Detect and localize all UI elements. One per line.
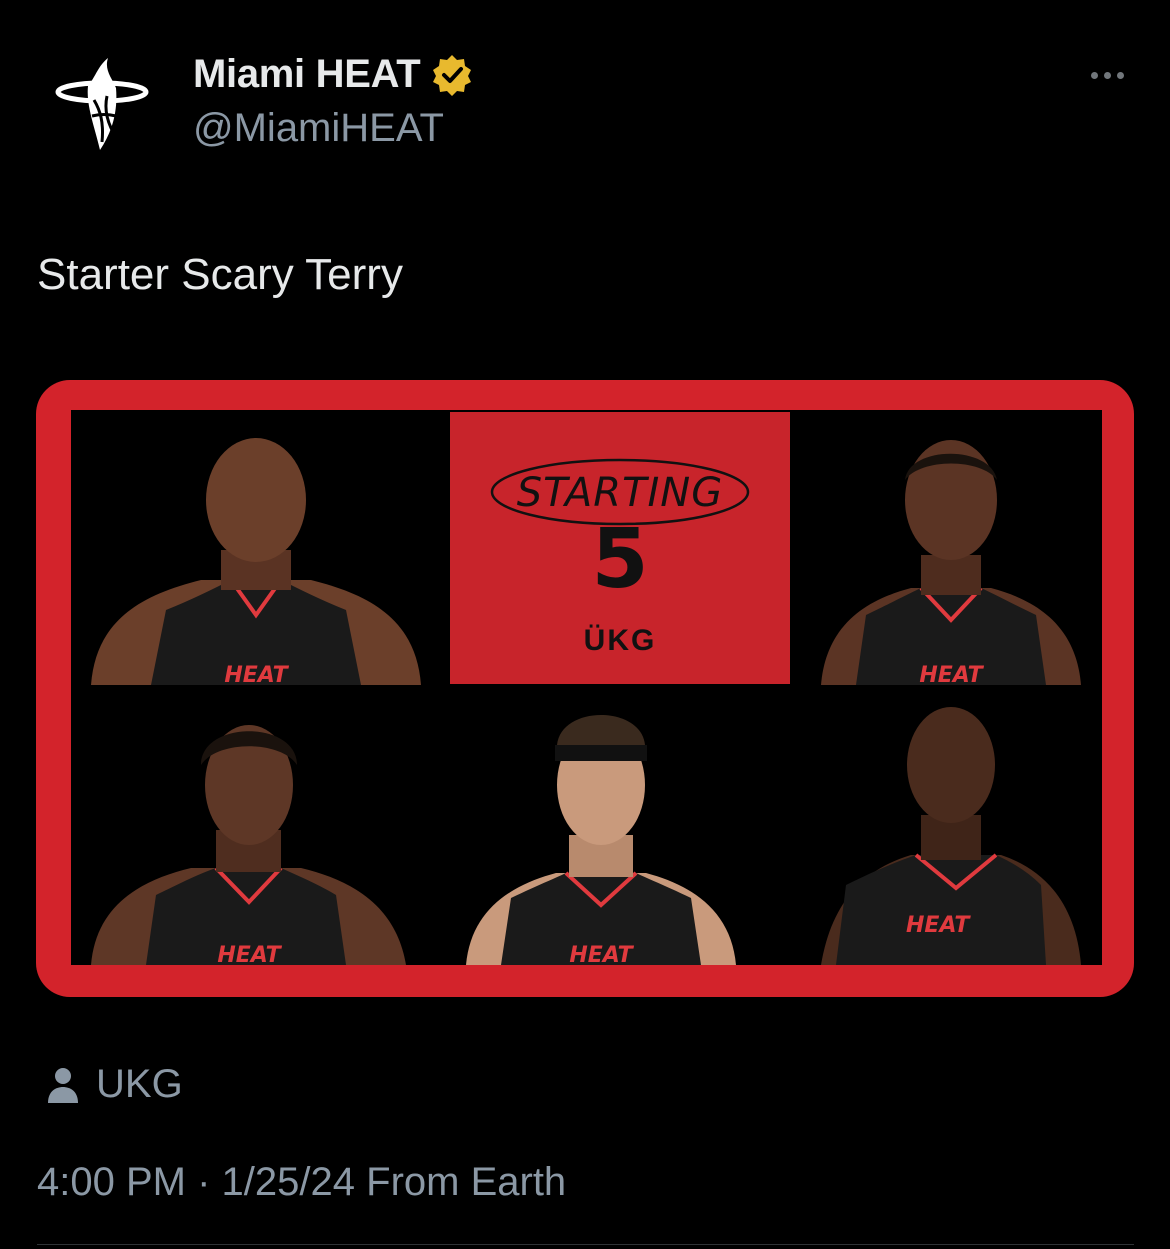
- svg-text:HEAT: HEAT: [217, 943, 282, 965]
- dot: [1116, 71, 1124, 79]
- ukg-logo: ÜKG: [583, 624, 657, 657]
- tweet-media-image[interactable]: HEAT STARTING 5 ÜKG HEAT HEAT HEAT HEAT: [36, 380, 1134, 997]
- more-options-icon[interactable]: [1084, 60, 1130, 90]
- tweet-source: From Earth: [366, 1160, 567, 1204]
- player-photo: HEAT: [71, 410, 441, 685]
- dot: [1090, 71, 1098, 79]
- display-name-row: Miami HEAT: [193, 52, 474, 97]
- dot: [1103, 71, 1111, 79]
- divider: [37, 1244, 1134, 1245]
- account-handle[interactable]: @MiamiHEAT: [193, 106, 444, 151]
- heat-logo-icon[interactable]: [52, 50, 152, 160]
- player-photo: HEAT: [71, 690, 431, 965]
- svg-text:HEAT: HEAT: [906, 913, 971, 938]
- display-name[interactable]: Miami HEAT: [193, 52, 421, 97]
- starting-five-title-tile: STARTING 5 ÜKG: [450, 412, 790, 684]
- tweet-meta: 4:00 PM · 1/25/24 From Earth: [37, 1160, 566, 1205]
- meta-separator: ·: [197, 1160, 211, 1204]
- sponsor-row[interactable]: UKG: [46, 1062, 183, 1107]
- tweet-header: Miami HEAT @MiamiHEAT: [0, 0, 1170, 200]
- svg-text:HEAT: HEAT: [224, 663, 289, 685]
- player-photo: HEAT: [441, 690, 761, 965]
- verified-badge-icon[interactable]: [430, 53, 474, 97]
- starting-number: 5: [591, 512, 649, 607]
- tweet-text: Starter Scary Terry: [37, 250, 403, 299]
- svg-text:HEAT: HEAT: [919, 663, 984, 685]
- starting-headline: STARTING: [516, 470, 724, 516]
- svg-text:HEAT: HEAT: [569, 943, 634, 965]
- person-icon: [46, 1065, 80, 1105]
- tweet-date[interactable]: 1/25/24: [222, 1160, 355, 1204]
- tweet-time[interactable]: 4:00 PM: [37, 1160, 186, 1204]
- player-photo: HEAT: [791, 410, 1102, 685]
- player-photo: HEAT: [791, 690, 1102, 965]
- sponsor-name[interactable]: UKG: [96, 1062, 183, 1107]
- starting-five-graphic: HEAT STARTING 5 ÜKG HEAT HEAT HEAT HEAT: [71, 410, 1102, 965]
